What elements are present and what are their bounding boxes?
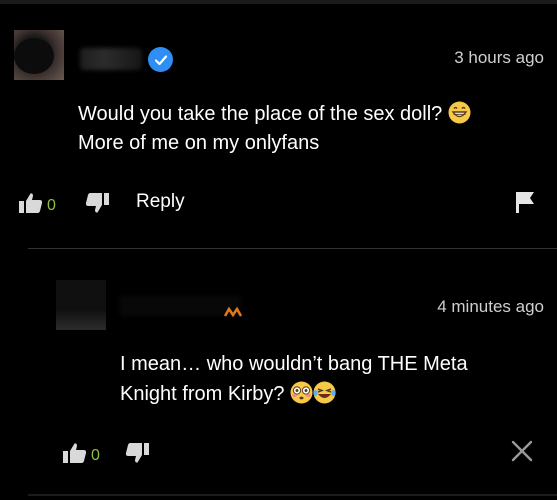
close-icon <box>511 440 533 466</box>
grinning-emoji <box>448 101 471 124</box>
redacted-username[interactable] <box>120 296 240 316</box>
thumbs-up-icon <box>62 442 88 469</box>
laughing-tears-emoji <box>313 381 336 404</box>
like-button[interactable]: 0 <box>62 442 100 469</box>
comment-body: Would you take the place of the sex doll… <box>78 100 538 158</box>
like-button[interactable]: 0 <box>18 192 56 219</box>
comment-timestamp: 3 hours ago <box>454 48 544 67</box>
close-button[interactable] <box>511 440 533 467</box>
comment-actions: 0 Reply <box>18 190 548 218</box>
like-count: 0 <box>91 446 100 464</box>
flushed-emoji <box>290 381 313 404</box>
comment-text-line: Knight from Kirby? <box>120 383 285 405</box>
redacted-username[interactable] <box>80 48 142 70</box>
username-fragment <box>223 305 244 318</box>
comment-text-line: More of me on my onlyfans <box>78 132 320 154</box>
comment-thread <box>0 0 557 500</box>
flag-button[interactable] <box>514 190 536 219</box>
comment-text-line: I mean… who wouldn’t bang THE Meta <box>120 353 468 375</box>
bottom-divider <box>28 494 557 496</box>
avatar-redaction <box>14 38 54 74</box>
verified-badge-icon <box>148 47 173 72</box>
comment-actions: 0 <box>62 440 542 468</box>
flag-icon <box>514 192 536 218</box>
comment-text-line: Would you take the place of the sex doll… <box>78 103 443 125</box>
redacted-link <box>342 139 432 159</box>
reply-avatar[interactable] <box>56 280 106 330</box>
dislike-button[interactable] <box>84 192 110 219</box>
thumbs-down-icon <box>124 443 150 468</box>
top-divider <box>0 0 557 4</box>
comment-timestamp: 4 minutes ago <box>437 297 544 316</box>
thumbs-down-icon <box>84 193 110 218</box>
like-count: 0 <box>47 196 56 214</box>
comment-body: I mean… who wouldn’t bang THE Meta Knigh… <box>120 349 540 409</box>
reply-button[interactable]: Reply <box>136 191 185 213</box>
dislike-button[interactable] <box>124 442 150 469</box>
thumbs-up-icon <box>18 192 44 219</box>
thread-divider <box>28 248 557 249</box>
